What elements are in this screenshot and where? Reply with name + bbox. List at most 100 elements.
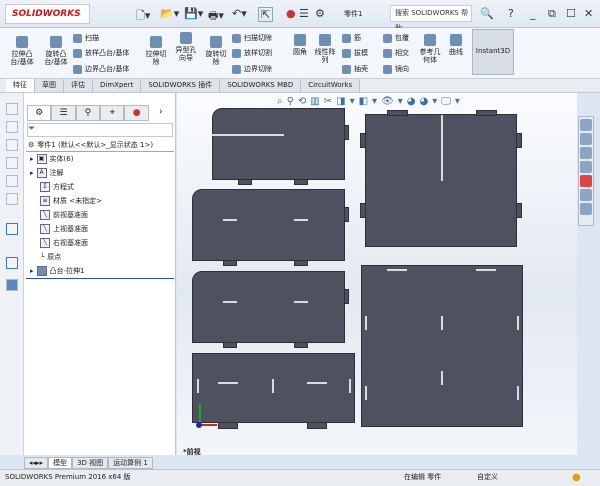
more-tabs-chevron-icon[interactable]: › [149, 105, 173, 121]
reference-geometry-button[interactable]: 参考几何体 [418, 34, 442, 64]
draft-button[interactable]: 拔模 [342, 48, 368, 58]
tab-sketch[interactable]: 草图 [35, 79, 64, 92]
view-icon[interactable] [6, 175, 18, 187]
rib-button[interactable]: 筋 [342, 33, 361, 43]
tree-item-boss-extrude1[interactable]: ▸ 凸台-拉伸1 [30, 266, 85, 276]
home-icon[interactable] [580, 119, 592, 131]
feature-manager: ⚙ ☰ ⚲ ⌖ ● › ⏷ ⚙ 零件1 (默认<<默认>_显示状态 1>) ▸ ▣ 实… [24, 93, 176, 455]
notification-icon[interactable]: ● [572, 470, 581, 485]
revolve-cut-icon [210, 36, 222, 48]
options-gear-icon[interactable]: ⚙ [315, 7, 325, 20]
save-icon[interactable]: 💾▾ [184, 7, 203, 20]
extruded-cut-button[interactable]: 拉伸切除 [145, 36, 167, 66]
tree-item-material[interactable]: ≡ 材质 <未指定> [40, 196, 102, 206]
property-manager-tab-icon[interactable]: ☰ [51, 105, 76, 121]
revolved-cut-button[interactable]: 旋转切除 [205, 36, 227, 66]
scroll-arrows[interactable]: ◂◂▸▸ [24, 457, 49, 469]
loft-button[interactable]: 放样凸台/基体 [73, 48, 129, 58]
revolve-icon [50, 36, 62, 48]
extruded-boss-button[interactable]: 拉伸凸台/基体 [8, 36, 36, 66]
tree-item-equations[interactable]: Σ 方程式 [40, 182, 74, 192]
linear-pattern-button[interactable]: 线性阵列 [314, 34, 336, 64]
tree-item-front-plane[interactable]: ╲ 前视基准面 [40, 210, 88, 220]
part-icon[interactable] [6, 279, 18, 291]
configuration-tab-icon[interactable]: ⚲ [75, 105, 101, 121]
dimxpert-tab-icon[interactable]: ⌖ [100, 105, 125, 121]
view-icon[interactable] [6, 193, 18, 205]
wrap-button[interactable]: 包覆 [383, 33, 409, 43]
design-library-icon[interactable] [580, 133, 592, 145]
select-icon[interactable]: ⇱ [258, 7, 274, 22]
sweep-button[interactable]: 扫描 [73, 33, 99, 43]
view-palette-icon[interactable] [580, 161, 592, 173]
tree-item-solid-bodies[interactable]: ▸ ▣ 实体(6) [30, 154, 73, 164]
view-icon[interactable] [6, 139, 18, 151]
rebuild-icon[interactable]: ● [286, 7, 296, 20]
feature-tree-tab-icon[interactable]: ⚙ [27, 105, 52, 121]
new-file-icon[interactable]: 🗋▾ [136, 7, 150, 26]
filter-input[interactable]: ⏷ [27, 123, 173, 137]
z-axis-triad [196, 422, 202, 428]
view-icon[interactable] [6, 157, 18, 169]
revolved-boss-button[interactable]: 旋转凸台/基体 [42, 36, 70, 66]
tab [344, 125, 349, 140]
view-icon[interactable] [6, 121, 18, 133]
fillet-button[interactable]: 圆角 [290, 34, 310, 56]
solid-bodies-icon: ▣ [36, 154, 47, 164]
mirror-button[interactable]: 镜向 [383, 64, 409, 74]
tab [238, 179, 252, 185]
tab-circuitworks[interactable]: CircuitWorks [301, 79, 361, 92]
maximize-button[interactable]: ☐ [566, 7, 576, 20]
y-axis-triad [199, 404, 201, 424]
instant3d-button[interactable]: Instant3D [472, 29, 514, 75]
shell-button[interactable]: 抽壳 [342, 64, 368, 74]
boundary-boss-button[interactable]: 边界凸台/基体 [73, 64, 129, 74]
intersect-button[interactable]: 相交 [383, 48, 409, 58]
minimize-button[interactable]: _ [530, 7, 536, 20]
left-toolbar [0, 93, 24, 455]
tree-item-origin[interactable]: └ 原点 [40, 252, 61, 262]
rollback-bar[interactable] [26, 278, 174, 279]
swept-cut-button[interactable]: 扫描切除 [232, 33, 272, 43]
tab-model[interactable]: 模型 [48, 457, 73, 469]
tab-addins[interactable]: SOLIDWORKS 插件 [141, 79, 221, 92]
lofted-cut-button[interactable]: 放样切割 [232, 48, 272, 58]
hole-icon [180, 32, 192, 44]
cut-icon [150, 36, 162, 48]
tab-motion-study[interactable]: 运动算例 1 [108, 457, 153, 469]
view-icon[interactable] [6, 103, 18, 115]
file-properties-icon[interactable]: ☰ [299, 7, 309, 20]
custom-properties-icon[interactable] [580, 189, 592, 201]
appearance-tab-icon[interactable]: ● [124, 105, 149, 121]
help-button[interactable]: ? [508, 7, 514, 20]
open-icon[interactable]: 📂▾ [160, 7, 179, 20]
search-icon[interactable]: 🔍 [480, 7, 494, 20]
equation-icon: Σ [40, 182, 50, 192]
help-search-input[interactable]: 搜索 SOLIDWORKS 帮助 [390, 5, 472, 32]
file-explorer-icon[interactable] [580, 147, 592, 159]
appearances-icon[interactable] [580, 175, 592, 187]
graphics-area[interactable]: ⌕⚲⟲▥✂◨▾◧▾👁▾◕◕▾🖵▾ *前视 [177, 93, 577, 456]
tree-item-annotations[interactable]: ▸ A 注解 [30, 168, 64, 178]
boundary-cut-button[interactable]: 边界切除 [232, 64, 272, 74]
hole-wizard-button[interactable]: 异型孔向导 [173, 32, 199, 62]
sketch-icon[interactable] [6, 223, 18, 235]
forum-icon[interactable] [580, 203, 592, 215]
print-icon[interactable]: 🖶▾ [208, 7, 224, 26]
tree-item-right-plane[interactable]: ╲ 右视基准面 [40, 238, 88, 248]
tab-mbd[interactable]: SOLIDWORKS MBD [220, 79, 302, 92]
curves-button[interactable]: 曲线 [446, 34, 466, 56]
tree-root-part[interactable]: ⚙ 零件1 (默认<<默认>_显示状态 1>) [28, 140, 153, 150]
display-icon[interactable] [6, 257, 18, 269]
tab-3d-views[interactable]: 3D 视图 [72, 457, 109, 469]
tab-features[interactable]: 特征 [6, 79, 35, 92]
tab-dimxpert[interactable]: DimXpert [93, 79, 142, 92]
units-selector[interactable]: 自定义 [477, 470, 498, 485]
tab-evaluate[interactable]: 评估 [64, 79, 93, 92]
title-bar: SOLIDWORKS 🗋▾ 📂▾ 💾▾ 🖶▾ ↶▾ ⇱ ● ☰ ⚙ 零件1 搜索… [0, 0, 600, 32]
heads-up-view-toolbar[interactable]: ⌕⚲⟲▥✂◨▾◧▾👁▾◕◕▾🖵▾ [277, 96, 464, 107]
tree-item-top-plane[interactable]: ╲ 上视基准面 [40, 224, 88, 234]
undo-icon[interactable]: ↶▾ [232, 7, 247, 20]
close-button[interactable]: ✕ [584, 7, 593, 20]
restore-button[interactable]: ⧉ [548, 7, 556, 21]
